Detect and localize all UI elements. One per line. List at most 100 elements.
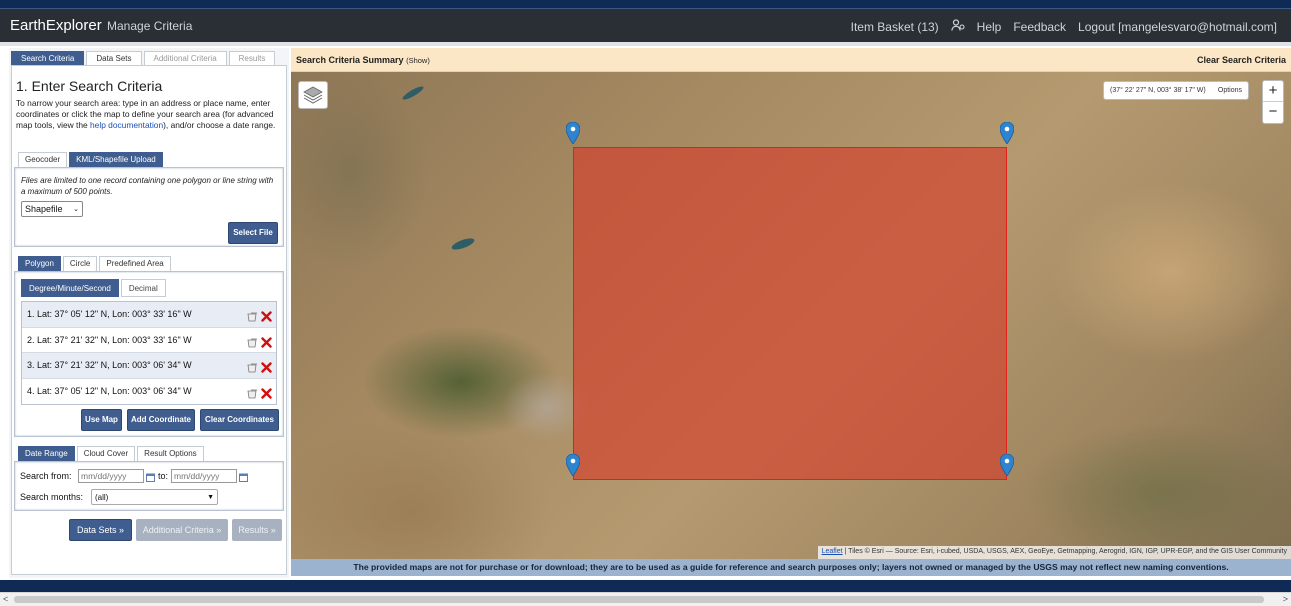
manage-criteria-link[interactable]: Manage Criteria: [107, 19, 192, 33]
horizontal-scrollbar[interactable]: < >: [0, 592, 1291, 606]
tab-predefined-area[interactable]: Predefined Area: [99, 256, 171, 271]
tab-kml-shapefile-upload[interactable]: KML/Shapefile Upload: [69, 152, 163, 167]
tab-decimal[interactable]: Decimal: [120, 279, 166, 297]
chevron-down-icon: ⌄: [73, 206, 79, 213]
scroll-left-icon[interactable]: <: [3, 594, 8, 604]
polygon-box: Degree/Minute/Second Decimal 1. Lat: 37°…: [14, 271, 284, 437]
tab-cloud-cover[interactable]: Cloud Cover: [76, 446, 136, 461]
tab-additional-criteria[interactable]: Additional Criteria: [143, 51, 227, 66]
calendar-icon[interactable]: [239, 469, 248, 482]
search-criteria-summary-bar: Search Criteria Summary (Show) Clear Sea…: [291, 48, 1291, 72]
summary-title: Search Criteria Summary (Show): [296, 55, 430, 65]
date-tabs: Date Range Cloud Cover Result Options: [18, 446, 204, 462]
help-documentation-link[interactable]: help documentation: [90, 120, 163, 130]
coordinate-list: 1. Lat: 37° 05' 12" N, Lon: 003° 33' 16"…: [21, 301, 277, 405]
coordinate-text: 2. Lat: 37° 21' 32" N, Lon: 003° 33' 16"…: [27, 334, 192, 345]
coordinate-text: 1. Lat: 37° 05' 12" N, Lon: 003° 33' 16"…: [27, 309, 192, 319]
upload-box: Files are limited to one record containi…: [14, 167, 284, 247]
use-map-button[interactable]: Use Map: [81, 409, 122, 431]
layers-icon: [303, 86, 323, 104]
satellite-map[interactable]: (37° 22' 27" N, 003° 38' 17" W) Options …: [291, 72, 1291, 559]
file-type-value: Shapefile: [25, 204, 63, 214]
search-months-select[interactable]: (all) ▼: [91, 489, 218, 505]
navbar-divider: [0, 42, 1291, 46]
map-panel: Search Criteria Summary (Show) Clear Sea…: [291, 48, 1291, 578]
intro-text-end: ), and/or choose a date range.: [163, 120, 276, 130]
navbar: EarthExplorer Manage Criteria Item Baske…: [0, 9, 1291, 42]
map-disclaimer: The provided maps are not for purchase o…: [291, 559, 1291, 576]
delete-icon[interactable]: [261, 384, 272, 409]
intro-text: To narrow your search area: type in an a…: [16, 98, 282, 131]
footer-bar: [0, 580, 1291, 592]
summary-show-link[interactable]: (Show): [406, 56, 430, 65]
map-marker-icon[interactable]: [566, 454, 580, 476]
coordinate-text: 3. Lat: 37° 21' 32" N, Lon: 003° 06' 34"…: [27, 360, 192, 370]
zoom-out-button[interactable]: −: [1263, 102, 1283, 123]
date-to-input[interactable]: [171, 469, 237, 483]
tab-degree-minute-second[interactable]: Degree/Minute/Second: [21, 279, 119, 297]
results-button[interactable]: Results »: [232, 519, 282, 541]
clear-search-criteria-link[interactable]: Clear Search Criteria: [1197, 55, 1286, 65]
shape-tabs: Polygon Circle Predefined Area: [18, 256, 171, 272]
select-file-button[interactable]: Select File: [228, 222, 278, 244]
layers-button[interactable]: [298, 81, 328, 109]
to-label: to:: [158, 471, 169, 481]
tab-polygon[interactable]: Polygon: [18, 256, 61, 271]
item-basket-link[interactable]: Item Basket (13): [851, 20, 939, 34]
search-panel: Search Criteria Data Sets Additional Cri…: [9, 48, 289, 578]
map-marker-icon[interactable]: [1000, 454, 1014, 476]
logout-link[interactable]: Logout [mangelesvaro@hotmail.com]: [1078, 20, 1277, 34]
search-months-label: Search months:: [20, 492, 84, 502]
date-box: Search from: to: Search months: (all) ▼: [14, 461, 284, 511]
file-type-select[interactable]: Shapefile ⌄: [21, 201, 83, 217]
tab-search-criteria[interactable]: Search Criteria: [11, 51, 85, 66]
data-sets-button[interactable]: Data Sets »: [69, 519, 132, 541]
reservoir: [450, 236, 476, 252]
options-link[interactable]: Options: [1218, 87, 1242, 94]
user-settings-icon[interactable]: [950, 19, 965, 34]
top-strip: [0, 0, 1291, 9]
scroll-right-icon[interactable]: >: [1283, 594, 1288, 604]
page-title: 1. Enter Search Criteria: [16, 78, 163, 94]
criteria-box: 1. Enter Search Criteria To narrow your …: [11, 65, 287, 575]
coordinate-row[interactable]: 3. Lat: 37° 21' 32" N, Lon: 003° 06' 34"…: [22, 353, 276, 379]
add-coordinate-button[interactable]: Add Coordinate: [127, 409, 195, 431]
brand-logo[interactable]: EarthExplorer: [10, 17, 102, 34]
reservoir: [401, 84, 425, 102]
map-marker-icon[interactable]: [1000, 122, 1014, 144]
map-marker-icon[interactable]: [566, 122, 580, 144]
caret-down-icon: ▼: [207, 493, 214, 501]
tab-circle[interactable]: Circle: [62, 256, 98, 271]
attribution-text: | Tiles © Esri — Source: Esri, i-cubed, …: [844, 548, 1287, 555]
tab-geocoder[interactable]: Geocoder: [18, 152, 68, 167]
upload-tabs: Geocoder KML/Shapefile Upload: [18, 152, 163, 168]
coordinate-row[interactable]: 4. Lat: 37° 05' 12" N, Lon: 003° 06' 34"…: [22, 379, 276, 405]
coordinate-format-tabs: Degree/Minute/Second Decimal: [21, 279, 166, 297]
cursor-coordinates: (37° 22' 27" N, 003° 38' 17" W): [1110, 87, 1206, 94]
search-months-value: (all): [95, 492, 109, 502]
coordinate-row[interactable]: 1. Lat: 37° 05' 12" N, Lon: 003° 33' 16"…: [22, 302, 276, 328]
calendar-icon[interactable]: [146, 469, 155, 482]
summary-title-text: Search Criteria Summary: [296, 55, 404, 65]
search-from-label: Search from:: [20, 471, 72, 481]
upload-note: Files are limited to one record containi…: [21, 176, 274, 196]
tab-data-sets[interactable]: Data Sets: [86, 51, 142, 66]
date-from-input[interactable]: [78, 469, 144, 483]
leaflet-link[interactable]: Leaflet: [822, 548, 843, 555]
map-attribution: Leaflet | Tiles © Esri — Source: Esri, i…: [817, 546, 1291, 559]
tab-result-options[interactable]: Result Options: [137, 446, 204, 461]
help-link[interactable]: Help: [977, 20, 1002, 34]
zoom-control: + −: [1262, 80, 1284, 124]
edit-icon[interactable]: [247, 384, 259, 409]
tab-results[interactable]: Results: [228, 51, 276, 66]
coordinate-row[interactable]: 2. Lat: 37° 21' 32" N, Lon: 003° 33' 16"…: [22, 328, 276, 353]
feedback-link[interactable]: Feedback: [1013, 20, 1066, 34]
clear-coordinates-button[interactable]: Clear Coordinates: [200, 409, 279, 431]
zoom-in-button[interactable]: +: [1263, 81, 1283, 102]
scrollbar-thumb[interactable]: [14, 596, 1264, 603]
cursor-coordinates-box: (37° 22' 27" N, 003° 38' 17" W) Options: [1103, 81, 1249, 100]
additional-criteria-button[interactable]: Additional Criteria »: [136, 519, 228, 541]
search-area-polygon[interactable]: [573, 147, 1007, 480]
tab-date-range[interactable]: Date Range: [18, 446, 75, 461]
coordinate-text: 4. Lat: 37° 05' 12" N, Lon: 003° 06' 34"…: [27, 385, 192, 396]
